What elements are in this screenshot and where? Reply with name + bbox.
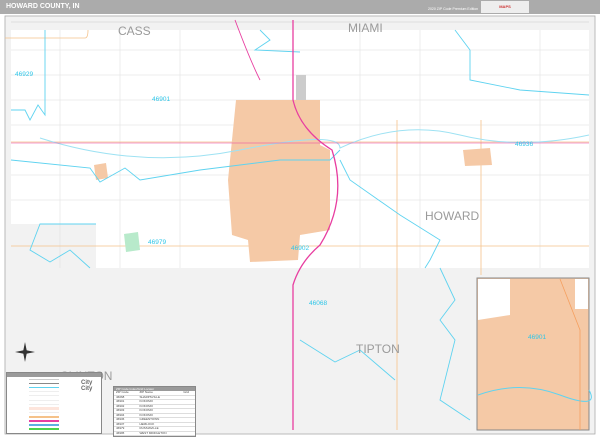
zip-label-46929: 46929: [15, 71, 33, 78]
legend-city-label: City: [81, 386, 93, 392]
zip-label-46979: 46979: [148, 239, 166, 246]
table-row: 46995 WEST MIDDLETON: [114, 431, 195, 436]
inset-zip-label: 46901: [528, 334, 546, 341]
zip-index-locator: ZIP Code Index/Grid Locator ZIP Code ZIP…: [113, 386, 196, 437]
county-label-tipton: TIPTON: [356, 342, 400, 356]
town-area: [94, 163, 108, 180]
edition-label: 2020 ZIP Code Premium Edition: [428, 7, 479, 11]
russiaville-area: [124, 232, 140, 252]
legend-city-samples: City City: [81, 380, 92, 392]
zip-name-cell: WEST MIDDLETON: [137, 431, 182, 436]
zip-label-46902: 46902: [291, 245, 309, 252]
zip-label-46901: 46901: [152, 96, 170, 103]
zip-label-46936: 46936: [515, 141, 533, 148]
airport-area: [296, 75, 306, 100]
map-legend: City City: [6, 372, 102, 434]
zip-cell: 46995: [114, 431, 138, 436]
map-title: HOWARD COUNTY, IN: [6, 3, 80, 10]
county-label-miami: MIAMI: [348, 21, 383, 35]
zip-label-46068: 46068: [309, 300, 327, 307]
title-bar: HOWARD COUNTY, IN 2020 ZIP Code Premium …: [0, 0, 600, 14]
greentown-area: [463, 148, 492, 166]
county-label-howard: HOWARD: [425, 209, 480, 223]
county-label-cass: CASS: [118, 24, 151, 38]
publisher-logo: MAPS: [481, 1, 529, 13]
